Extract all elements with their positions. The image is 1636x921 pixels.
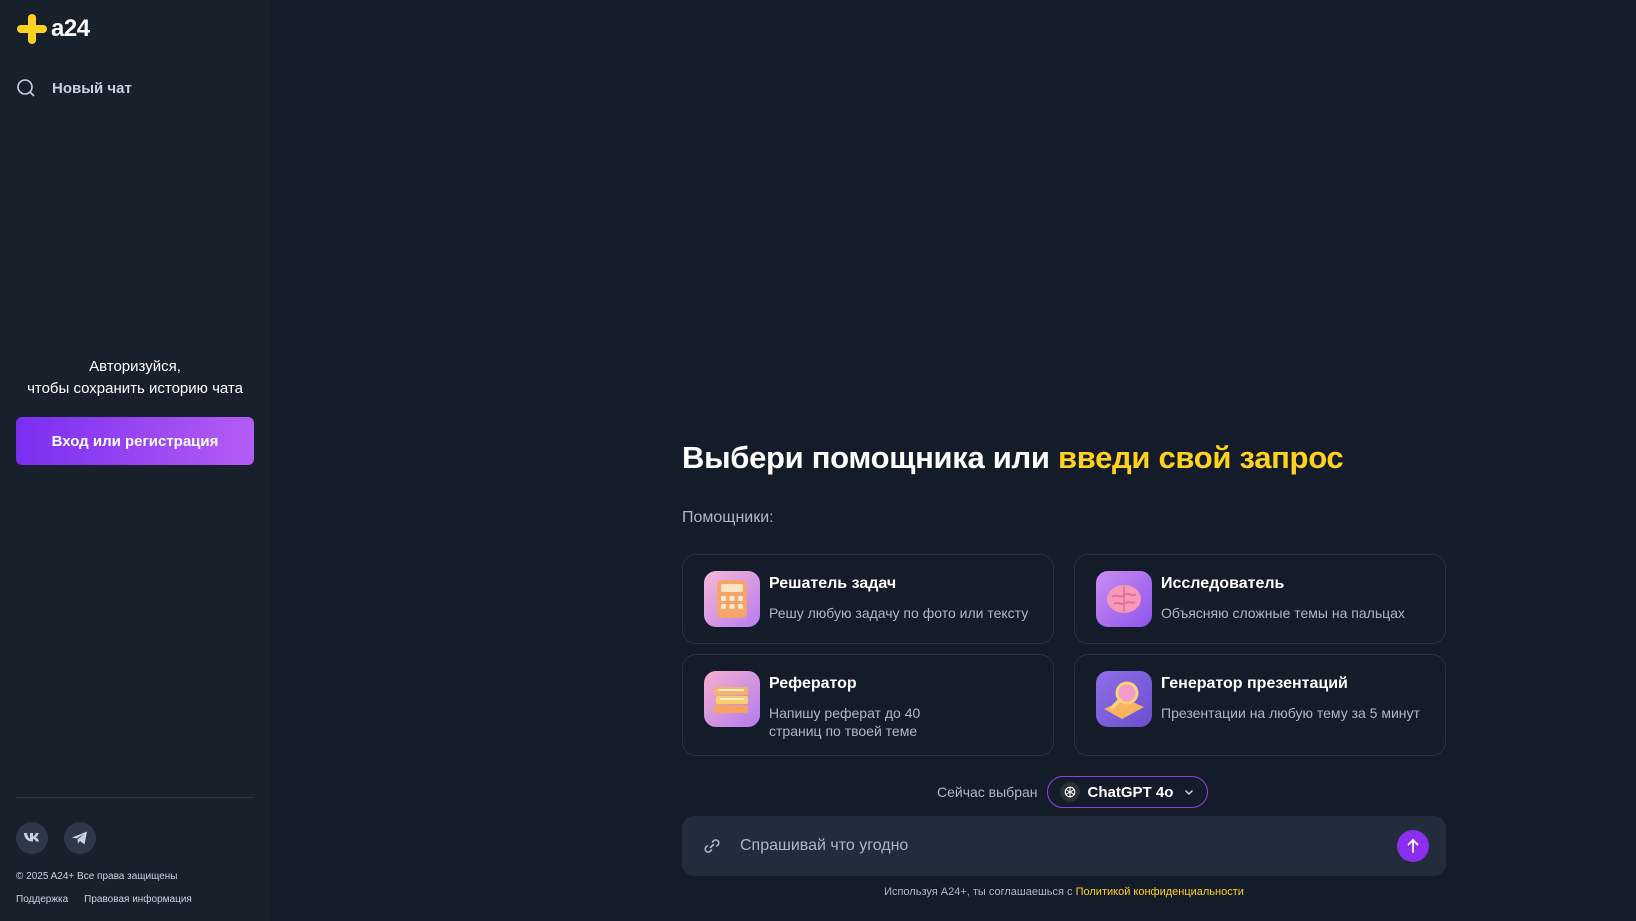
- legal-notice: Используя A24+, ты соглашаешься с Полити…: [682, 886, 1446, 898]
- logo-plus-icon: [17, 14, 47, 44]
- helper-card-essay[interactable]: Рефератор Напишу реферат до 40 страниц п…: [682, 654, 1054, 756]
- telegram-link[interactable]: [64, 822, 96, 854]
- telegram-icon: [72, 831, 87, 845]
- arrow-up-icon: [1407, 838, 1419, 853]
- helper-title: Исследователь: [1161, 575, 1285, 592]
- auth-prompt-line1: Авторизуйся,: [89, 358, 181, 375]
- helper-desc: Объясняю сложные темы на пальцах: [1161, 605, 1405, 621]
- logo-text: a24: [51, 15, 90, 42]
- auth-prompt-line2: чтобы сохранить историю чата: [27, 380, 243, 397]
- sidebar: a24 Новый чат Авторизуйся, чтобы сохрани…: [0, 0, 270, 921]
- auth-prompt: Авторизуйся, чтобы сохранить историю чат…: [16, 356, 254, 400]
- model-dropdown[interactable]: ChatGPT 4o: [1046, 776, 1209, 808]
- model-name: ChatGPT 4o: [1087, 783, 1174, 801]
- logo[interactable]: a24: [16, 13, 90, 45]
- legal-text: Используя A24+, ты соглашаешься с: [884, 886, 1076, 898]
- helpers-label: Помощники:: [682, 509, 774, 526]
- helper-desc: Презентации на любую тему за 5 минут: [1161, 705, 1420, 721]
- new-chat-button[interactable]: Новый чат: [16, 78, 132, 98]
- helper-card-researcher[interactable]: Исследователь Объясняю сложные темы на п…: [1074, 554, 1446, 644]
- helper-card-presentation[interactable]: Генератор презентаций Презентации на люб…: [1074, 654, 1446, 756]
- support-link[interactable]: Поддержка: [16, 894, 68, 905]
- page-title-accent: введи свой запрос: [1058, 440, 1344, 475]
- legal-info-link[interactable]: Правовая информация: [84, 894, 192, 905]
- chat-input[interactable]: [740, 830, 1380, 862]
- attach-icon[interactable]: [702, 836, 722, 856]
- helper-card-solver[interactable]: Решатель задач Решу любую задачу по фото…: [682, 554, 1054, 644]
- chevron-down-icon: [1185, 789, 1194, 796]
- vk-link[interactable]: [16, 822, 48, 854]
- page-title: Выбери помощника или введи свой запрос: [682, 440, 1344, 476]
- login-register-button[interactable]: Вход или регистрация: [16, 417, 254, 465]
- privacy-policy-link[interactable]: Политикой конфиденциальности: [1076, 886, 1244, 898]
- send-button[interactable]: [1397, 830, 1429, 862]
- helper-desc: Решу любую задачу по фото или тексту: [769, 605, 1029, 621]
- model-label: Сейчас выбран: [937, 784, 1038, 800]
- main-area: Выбери помощника или введи свой запрос П…: [270, 0, 1636, 921]
- chat-input-bar: [682, 816, 1446, 876]
- helper-title: Решатель задач: [769, 575, 897, 592]
- search-icon: [17, 79, 35, 97]
- helper-desc: Напишу реферат до 40 страниц по твоей те…: [769, 705, 921, 739]
- new-chat-label: Новый чат: [52, 79, 132, 97]
- copyright: © 2025 A24+ Все права защищены: [16, 871, 178, 882]
- brain-icon: [1096, 571, 1152, 627]
- helper-title: Генератор презентаций: [1161, 675, 1348, 692]
- vk-icon: [24, 833, 40, 842]
- magnifier-icon: [1096, 671, 1152, 727]
- books-icon: [704, 671, 760, 727]
- model-selector-row: Сейчас выбран ChatGPT 4o: [937, 776, 1209, 808]
- page-title-text: Выбери помощника или: [682, 440, 1058, 475]
- openai-icon: [1059, 782, 1080, 802]
- footer-links: Поддержка Правовая информация: [16, 894, 192, 905]
- sidebar-divider: [16, 797, 254, 798]
- calculator-icon: [704, 571, 760, 627]
- helper-title: Рефератор: [769, 675, 857, 692]
